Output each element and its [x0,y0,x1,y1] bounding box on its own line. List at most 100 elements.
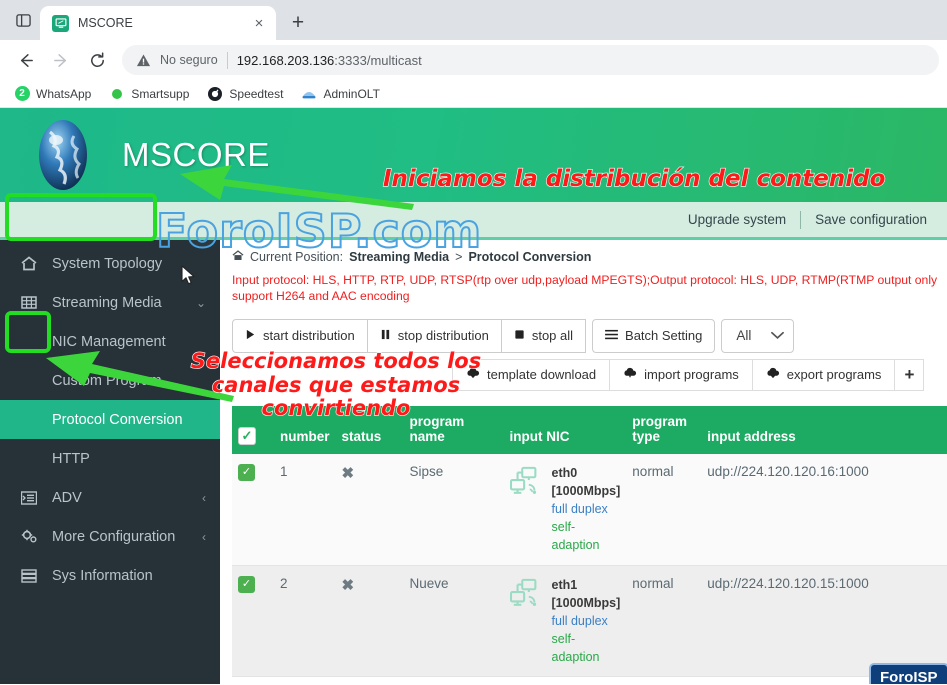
adminolt-icon [301,86,317,102]
speedtest-icon [207,86,223,102]
row-checkbox[interactable]: ✓ [238,464,255,481]
header-program-name: program name [404,406,504,454]
filter-select[interactable]: All [721,319,794,353]
header-status: status [336,406,404,454]
bookmark-speedtest[interactable]: Speedtest [207,86,283,102]
address-bar[interactable]: No seguro 192.168.203.136:3333/multicast [122,45,939,75]
sidebar-item-adv[interactable]: ADV ‹ [0,478,220,517]
chevron-down-icon: ⌄ [196,296,206,310]
sidebar-item-sys-information[interactable]: Sys Information [0,556,220,595]
nic-adaption: self-adaption [552,520,600,552]
browser-tab[interactable]: MSCORE × [40,6,276,40]
breadcrumb-label: Current Position: [250,250,343,264]
pause-icon [380,328,391,343]
url-path: :3333/multicast [334,53,421,68]
stop-all-button[interactable]: stop all [501,319,586,353]
sidebar-item-label: Sys Information [52,568,206,584]
table-row[interactable]: ✓ 1 ✖ Sipse [232,454,947,565]
import-programs-label: import programs [644,367,739,382]
sidebar-item-label: More Configuration [52,529,188,545]
foroisp-badge: ForoISP [869,663,947,684]
select-all-checkbox[interactable]: ✓ [238,427,256,445]
breadcrumb-section[interactable]: Streaming Media [349,250,449,264]
sidebar-item-more-configuration[interactable]: More Configuration ‹ [0,517,220,556]
whatsapp-badge: 2 [15,86,30,101]
row-program-type: normal [626,454,701,565]
sidebar-item-label: HTTP [52,451,206,467]
whatsapp-icon: 2 [14,86,30,102]
url-host: 192.168.203.136 [237,53,335,68]
omnibox-divider [227,52,228,69]
reload-icon[interactable] [80,43,114,77]
sidebar-item-system-topology[interactable]: System Topology [0,244,220,283]
sidebar-item-label: System Topology [52,256,206,272]
security-status: No seguro [160,53,218,67]
row-checkbox[interactable]: ✓ [238,576,255,593]
nic-duplex: full duplex [552,502,608,516]
bookmark-whatsapp[interactable]: 2 WhatsApp [14,86,91,102]
nic-name: eth0 [552,466,578,480]
forward-icon[interactable] [44,43,78,77]
export-programs-button[interactable]: export programs [752,359,896,391]
template-download-button[interactable]: template download [452,359,610,391]
header-number: number [274,406,336,454]
table-row[interactable]: ✓ 2 ✖ Nueve [232,565,947,677]
stop-distribution-label: stop distribution [398,328,489,343]
tab-search-icon[interactable] [6,3,40,37]
new-tab-button[interactable]: + [283,7,313,37]
table-header-row: ✓ number status program name input NIC p… [232,406,947,454]
home-icon [20,256,38,271]
header-program-name-line1: program [410,414,465,429]
back-icon[interactable] [8,43,42,77]
start-distribution-label: start distribution [263,328,355,343]
bookmark-label: WhatsApp [36,87,91,101]
protocol-warning-text: Input protocol: HLS, HTTP, RTP, UDP, RTS… [220,270,947,305]
distribution-button-group: start distribution stop distribution [232,319,586,353]
chevron-left-icon: ‹ [202,530,206,544]
batch-setting-label: Batch Setting [625,328,702,343]
export-programs-label: export programs [787,367,882,382]
row-input-address: udp://224.120.120.15:1000 [701,565,947,677]
nic-speed: [1000Mbps] [552,596,621,610]
row-program-type: normal [626,565,701,677]
batch-setting-button[interactable]: Batch Setting [592,319,715,353]
sidebar-item-http[interactable]: HTTP [0,439,220,478]
stop-distribution-button[interactable]: stop distribution [367,319,502,353]
bookmark-label: AdminOLT [323,87,379,101]
header-input-address: input address [701,406,947,454]
sidebar-item-protocol-conversion[interactable]: Protocol Conversion [0,400,220,439]
row-checkbox-cell: ✓ [232,565,274,677]
row-input-nic: eth0 [1000Mbps] full duplex self-adaptio… [504,454,627,565]
body-row: System Topology Streaming Media ⌄ NIC Ma… [0,240,947,684]
status-stopped-icon: ✖ [342,577,355,594]
sidebar-item-nic-management[interactable]: NIC Management [0,322,220,361]
sidebar-item-streaming-media[interactable]: Streaming Media ⌄ [0,283,220,322]
navigation-bar: No seguro 192.168.203.136:3333/multicast [0,40,947,80]
breadcrumb: Current Position: Streaming Media > Prot… [220,240,947,270]
main-content: Current Position: Streaming Media > Prot… [220,240,947,684]
sidebar-item-custom-program[interactable]: Custom Program [0,361,220,400]
main-toolbar: start distribution stop distribution [220,305,947,353]
import-programs-button[interactable]: import programs [609,359,753,391]
add-program-button[interactable]: + [894,359,924,391]
nic-speed: [1000Mbps] [552,484,621,498]
bookmark-smartsupp[interactable]: Smartsupp [109,86,189,102]
warning-icon [136,53,151,68]
nic-details: eth1 [1000Mbps] full duplex self-adaptio… [552,576,621,667]
close-icon[interactable]: × [250,14,268,32]
header-program-type-line1: program [632,414,687,429]
app-topbar: Upgrade system Save configuration [0,202,947,240]
upgrade-system-link[interactable]: Upgrade system [674,212,800,227]
url-text: 192.168.203.136:3333/multicast [237,53,422,68]
save-configuration-link[interactable]: Save configuration [801,212,941,227]
chevron-left-icon: ‹ [202,491,206,505]
row-status: ✖ [336,454,404,565]
header-program-name-line2: name [410,429,445,444]
stop-all-label: stop all [532,328,573,343]
list-icon [20,491,38,505]
bookmarks-bar: 2 WhatsApp Smartsupp Speedtest AdminOLT [0,80,947,108]
programs-table: ✓ number status program name input NIC p… [232,406,947,677]
bookmark-adminolt[interactable]: AdminOLT [301,86,379,102]
start-distribution-button[interactable]: start distribution [232,319,368,353]
sidebar: System Topology Streaming Media ⌄ NIC Ma… [0,240,220,684]
